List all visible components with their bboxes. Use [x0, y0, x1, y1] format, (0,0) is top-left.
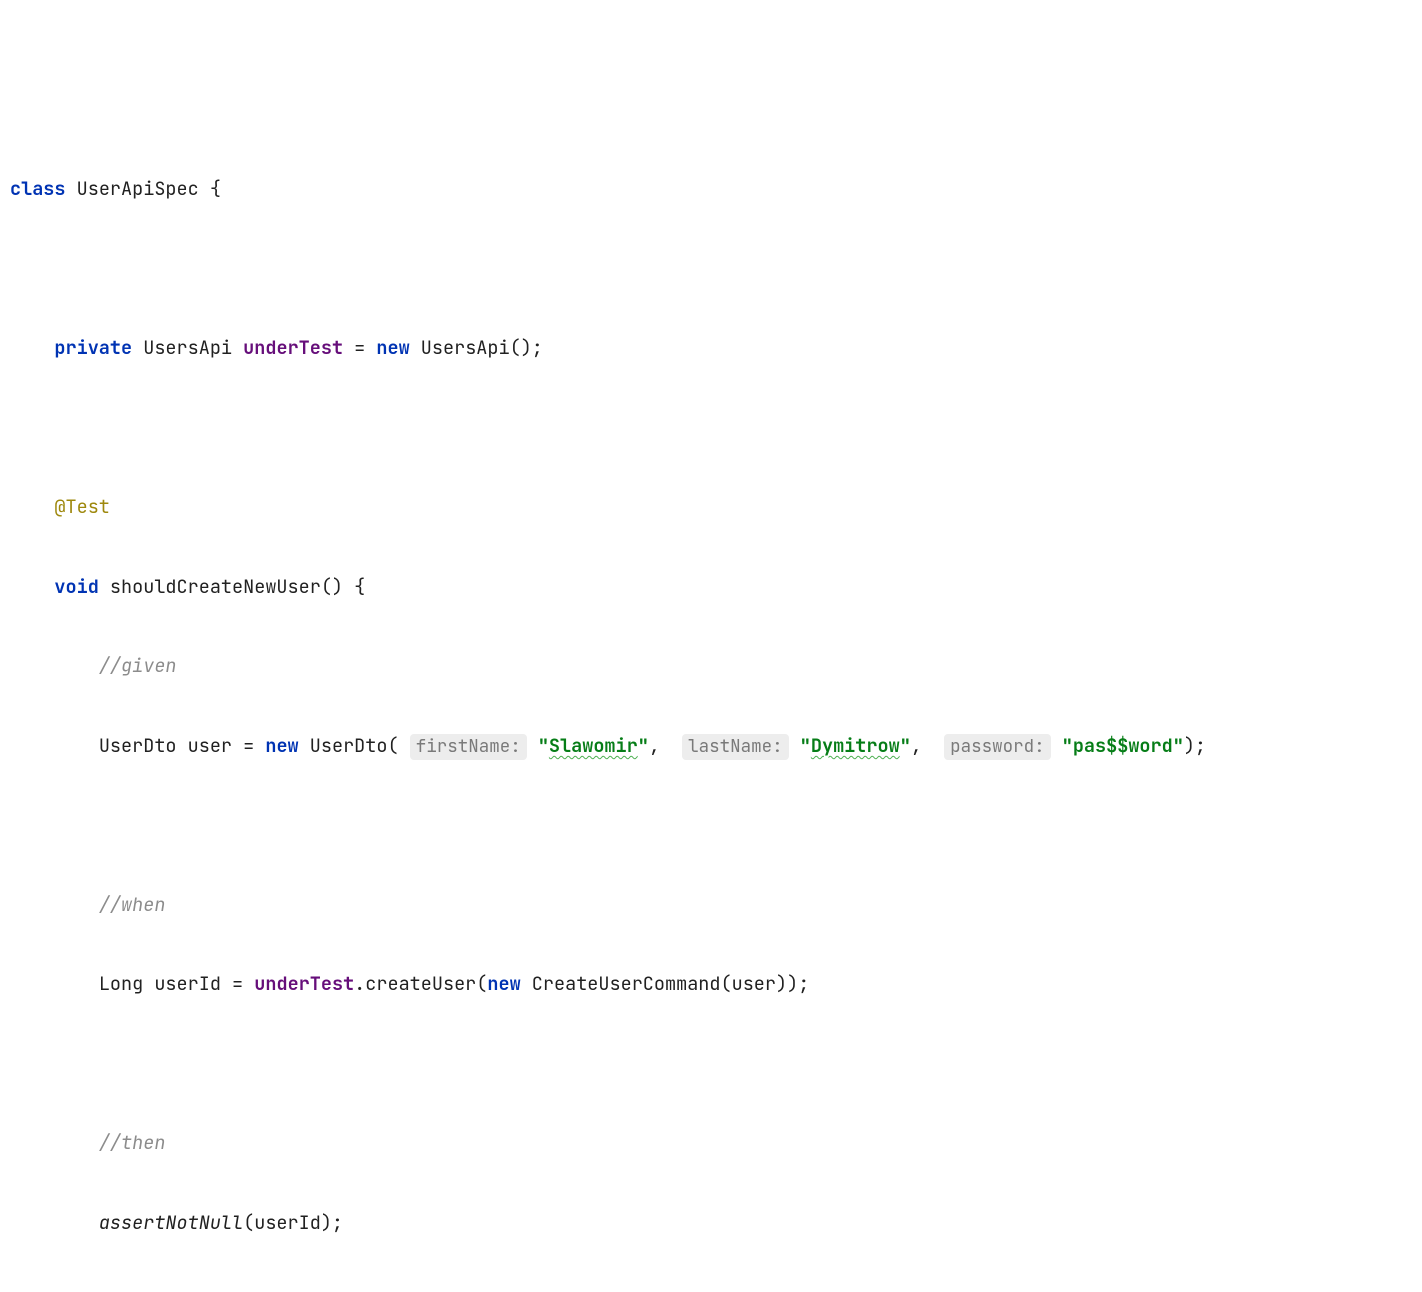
var-userid: userId: [154, 971, 221, 996]
code-line: //when: [10, 885, 1422, 925]
code-line: void shouldCreateNewUser() {: [10, 567, 1422, 607]
comma: ,: [649, 733, 660, 758]
brace-open: {: [210, 176, 221, 201]
code-line: }: [10, 1283, 1422, 1292]
param-hint-lastname: lastName:: [682, 734, 789, 760]
field-undertest: underTest: [243, 335, 343, 360]
param-hint-firstname: firstName:: [410, 734, 527, 760]
op-eq: =: [354, 335, 365, 360]
call-createuser: .createUser(: [354, 971, 487, 996]
code-line: private UsersApi underTest = new UsersAp…: [10, 328, 1422, 368]
keyword-new: new: [487, 971, 520, 996]
ctor-userdto: UserDto(: [310, 733, 399, 758]
brace-open: {: [354, 574, 365, 599]
var-user: user: [188, 733, 232, 758]
code-line: class UserApiSpec {: [10, 169, 1422, 209]
type-long: Long: [99, 971, 143, 996]
blank-line: [10, 805, 1422, 845]
code-line: assertNotNull(userId);: [10, 1203, 1422, 1243]
call-assertnotnull: assertNotNull: [99, 1210, 243, 1235]
method-name: shouldCreateNewUser(): [110, 574, 343, 599]
type-createusercommand: CreateUserCommand(user));: [532, 971, 810, 996]
typo-underline: Dymitrow: [811, 733, 900, 758]
op-eq: =: [232, 971, 243, 996]
param-hint-password: password:: [944, 734, 1051, 760]
code-line: UserDto user = new UserDto( firstName: "…: [10, 726, 1422, 766]
keyword-private: private: [54, 335, 132, 360]
code-line: //then: [10, 1123, 1422, 1163]
class-name: UserApiSpec: [77, 176, 199, 201]
annotation-test: @Test: [54, 494, 110, 519]
brace-close: }: [54, 1290, 65, 1292]
comment-when: //when: [99, 892, 166, 917]
comment-given: //given: [99, 653, 177, 678]
string-literal: "pas$$word": [1062, 733, 1184, 758]
field-undertest: underTest: [254, 971, 354, 996]
keyword-class: class: [10, 176, 66, 201]
string-literal: "Dymitrow": [800, 733, 911, 758]
close-paren: );: [1184, 733, 1206, 758]
blank-line: [10, 1044, 1422, 1084]
keyword-void: void: [54, 574, 98, 599]
blank-line: [10, 249, 1422, 289]
arg-userid: (userId);: [243, 1210, 343, 1235]
keyword-new: new: [265, 733, 298, 758]
type-usersapi: UsersApi: [143, 335, 232, 360]
code-line: Long userId = underTest.createUser(new C…: [10, 964, 1422, 1004]
code-line: //given: [10, 646, 1422, 686]
ctor-usersapi: UsersApi();: [421, 335, 543, 360]
comment-then: //then: [99, 1130, 166, 1155]
blank-line: [10, 408, 1422, 448]
typo-underline: Slawomir: [549, 733, 638, 758]
string-literal: "Slawomir": [538, 733, 649, 758]
keyword-new: new: [376, 335, 409, 360]
code-editor[interactable]: class UserApiSpec { private UsersApi und…: [10, 169, 1422, 1292]
comma: ,: [911, 733, 922, 758]
type-userdto: UserDto: [99, 733, 177, 758]
code-line: @Test: [10, 487, 1422, 527]
op-eq: =: [243, 733, 254, 758]
